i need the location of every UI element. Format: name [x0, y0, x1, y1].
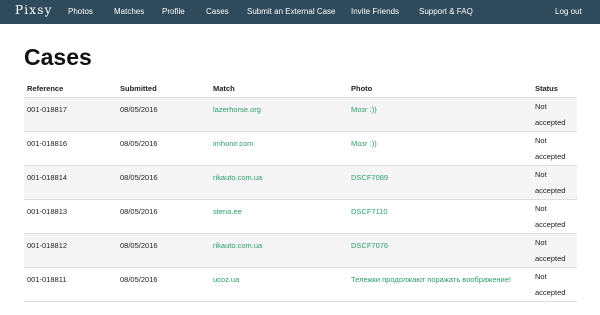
brand-logo[interactable]: Pixsy	[15, 3, 53, 17]
photo-link[interactable]: DSCF7076	[351, 241, 388, 250]
cell-submitted: 08/05/2016	[120, 275, 158, 284]
table-row: 001-018813 08/05/2016 stena.ee DSCF7110 …	[24, 200, 577, 234]
table-row: 001-018811 08/05/2016 ucoz.ua Тележки пр…	[24, 268, 577, 302]
cell-reference: 001-018814	[27, 173, 68, 182]
cell-submitted: 08/05/2016	[120, 173, 158, 182]
nav-support-faq[interactable]: Support & FAQ	[419, 7, 473, 16]
cell-submitted: 08/05/2016	[120, 207, 158, 216]
match-link[interactable]: imhonir.com	[213, 139, 253, 148]
status-text: Not accepted	[535, 102, 566, 127]
table-row: 001-018812 08/05/2016 rikauto.com.ua DSC…	[24, 234, 577, 268]
cell-submitted: 08/05/2016	[120, 139, 158, 148]
match-link[interactable]: rikauto.com.ua	[213, 173, 262, 182]
nav-submit-external-case[interactable]: Submit an External Case	[247, 7, 336, 16]
cell-reference: 001-018817	[27, 105, 68, 114]
nav-photos[interactable]: Photos	[68, 7, 93, 16]
cell-submitted: 08/05/2016	[120, 105, 158, 114]
nav-invite-friends[interactable]: Invite Friends	[351, 7, 399, 16]
photo-link[interactable]: Тележки продолжают поражать воображение!	[351, 275, 511, 284]
table-header: Reference Submitted Match Photo Status	[24, 80, 577, 98]
nav-cases[interactable]: Cases	[206, 7, 229, 16]
status-text: Not accepted	[535, 136, 566, 161]
cases-table: Reference Submitted Match Photo Status 0…	[24, 80, 577, 302]
status-text: Not accepted	[535, 238, 566, 263]
cell-reference: 001-018813	[27, 207, 68, 216]
page-title: Cases	[24, 44, 92, 70]
cell-reference: 001-018816	[27, 139, 68, 148]
header-submitted: Submitted	[120, 84, 157, 93]
table-row: 001-018816 08/05/2016 imhonir.com Мозг :…	[24, 132, 577, 166]
match-link[interactable]: ucoz.ua	[213, 275, 239, 284]
status-text: Not accepted	[535, 272, 566, 297]
cell-submitted: 08/05/2016	[120, 241, 158, 250]
table-row: 001-018814 08/05/2016 rikauto.com.ua DSC…	[24, 166, 577, 200]
match-link[interactable]: rikauto.com.ua	[213, 241, 262, 250]
photo-link[interactable]: DSCF7089	[351, 173, 388, 182]
header-reference: Reference	[27, 84, 64, 93]
top-navbar: Pixsy Photos Matches Profile Cases Submi…	[0, 0, 600, 24]
photo-link[interactable]: Мозг :))	[351, 139, 377, 148]
header-match: Match	[213, 84, 235, 93]
match-link[interactable]: lazerhorse.org	[213, 105, 261, 114]
header-photo: Photo	[351, 84, 373, 93]
status-text: Not accepted	[535, 204, 566, 229]
cell-reference: 001-018812	[27, 241, 68, 250]
nav-matches[interactable]: Matches	[114, 7, 144, 16]
table-row: 001-018817 08/05/2016 lazerhorse.org Моз…	[24, 98, 577, 132]
nav-profile[interactable]: Profile	[162, 7, 185, 16]
photo-link[interactable]: DSCF7110	[351, 207, 388, 216]
photo-link[interactable]: Мозг :))	[351, 105, 377, 114]
header-status: Status	[535, 84, 558, 93]
cell-reference: 001-018811	[27, 275, 67, 284]
match-link[interactable]: stena.ee	[213, 207, 242, 216]
status-text: Not accepted	[535, 170, 566, 195]
logout-link[interactable]: Log out	[555, 7, 582, 16]
